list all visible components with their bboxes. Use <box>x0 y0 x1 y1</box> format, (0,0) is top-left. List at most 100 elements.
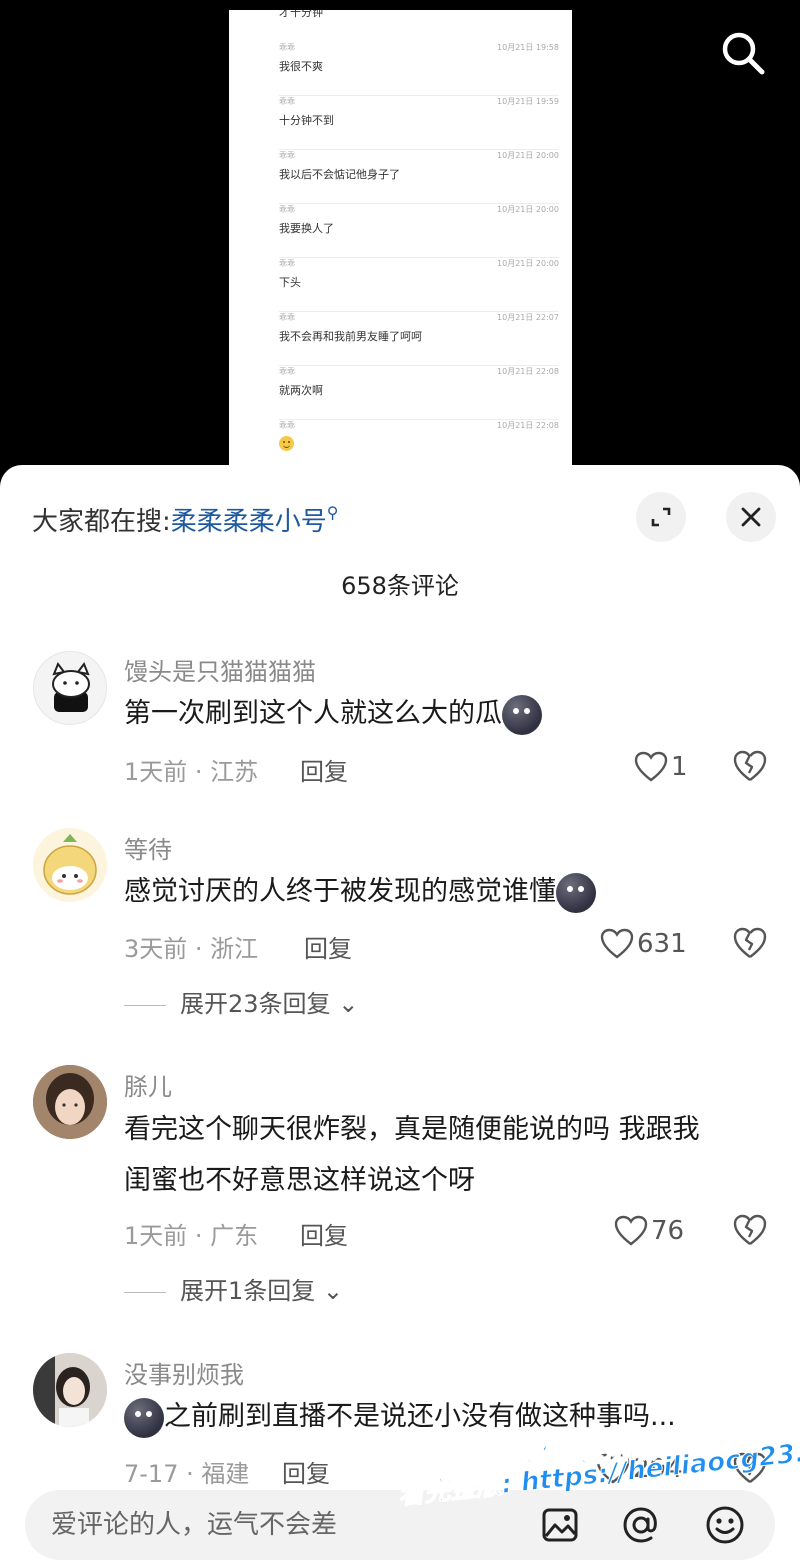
emoji-button[interactable] <box>703 1503 747 1547</box>
comment-text-content: 感觉讨厌的人终于被发现的感觉谁懂 <box>124 876 556 907</box>
comment-meta: 1天前 · 江苏 <box>124 758 259 786</box>
dislike-button[interactable] <box>732 926 768 962</box>
mention-button[interactable] <box>619 1503 663 1547</box>
smile-emoji-icon <box>279 436 294 451</box>
chat-text: 我不会再和我前男友睡了呵呵 <box>279 330 422 343</box>
comment-meta: 1天前 · 广东 <box>124 1222 259 1250</box>
chat-text: 就两次啊 <box>279 384 323 397</box>
chat-text: 下头 <box>279 276 301 289</box>
reply-button[interactable]: 回复 <box>282 1454 330 1489</box>
close-icon <box>741 507 761 527</box>
pineapple-avatar-icon <box>43 834 97 895</box>
chat-text: 我很不爽 <box>279 60 323 73</box>
reply-button[interactable]: 回复 <box>300 1216 348 1251</box>
girl-photo-avatar-icon <box>33 1353 107 1427</box>
chat-sender: 乖乖 <box>279 97 295 106</box>
chat-message: 乖乖 10月21日 22:07 我不会再和我前男友睡了呵呵 <box>279 312 559 366</box>
chat-time: 10月21日 19:58 <box>497 43 559 52</box>
cat-avatar-icon <box>52 661 90 712</box>
comment-username[interactable]: 馒头是只猫猫猫猫 <box>124 652 316 687</box>
search-button[interactable] <box>718 28 768 78</box>
heart-icon <box>600 928 634 959</box>
chat-sender: 乖乖 <box>279 313 295 322</box>
chat-message: 乖乖 10月21日 22:08 就两次啊 <box>279 366 559 420</box>
chat-message: 乖乖 10月21日 20:00 我要换人了 <box>279 204 559 258</box>
comment-meta: 3天前 · 浙江 <box>124 935 259 963</box>
like-button[interactable]: 1 <box>634 747 688 787</box>
hot-search-keyword[interactable]: 柔柔柔柔小号 <box>171 507 327 537</box>
hot-search-bar[interactable]: 大家都在搜:柔柔柔柔小号⚲ <box>32 501 339 538</box>
comment-username[interactable]: 等待 <box>124 830 172 865</box>
chat-sender: 乖乖 <box>279 421 295 430</box>
heart-icon <box>614 1215 648 1246</box>
avatar[interactable] <box>33 651 107 725</box>
like-count: 1 <box>671 752 688 782</box>
dislike-button[interactable] <box>732 749 768 785</box>
chat-time: 10月21日 19:59 <box>497 97 559 106</box>
image-picker-button[interactable] <box>538 1503 582 1547</box>
divider-line <box>124 1291 166 1293</box>
chat-screenshot: 才十分钟 乖乖 10月21日 19:58 我很不爽 乖乖 10月21日 19:5… <box>229 10 572 480</box>
expand-sheet-button[interactable] <box>636 492 686 542</box>
chat-time: 10月21日 22:08 <box>497 421 559 430</box>
chat-message: 乖乖 10月21日 19:58 我很不爽 <box>279 42 559 96</box>
comment-username[interactable]: 没事别烦我 <box>124 1355 244 1390</box>
chat-time: 10月21日 22:07 <box>497 313 559 322</box>
comment-count: 658条评论 <box>341 572 459 600</box>
like-button[interactable]: 631 <box>600 924 687 964</box>
blob-emoji-icon <box>124 1397 164 1438</box>
broken-heart-icon <box>733 1214 767 1245</box>
reply-button[interactable]: 回复 <box>300 752 348 787</box>
comment-sheet: 大家都在搜:柔柔柔柔小号⚲ 658条评论 馒头是只猫猫猫猫 第一次刷到这个人就这… <box>0 465 800 1568</box>
expand-icon <box>651 507 671 527</box>
expand-replies-button[interactable]: 展开1条回复 ⌄ <box>124 1271 343 1306</box>
blob-emoji-icon <box>556 872 596 913</box>
chat-sender: 乖乖 <box>279 259 295 268</box>
like-count: 631 <box>637 929 687 959</box>
at-sign-icon <box>623 1507 657 1543</box>
avatar[interactable] <box>33 1353 107 1427</box>
chat-sender: 乖乖 <box>279 205 295 214</box>
girl-photo-avatar-icon <box>33 1065 107 1139</box>
chat-message: 乖乖 10月21日 20:00 下头 <box>279 258 559 312</box>
comment-text: 第一次刷到这个人就这么大的瓜 <box>124 689 542 739</box>
chat-sender: 乖乖 <box>279 43 295 52</box>
dislike-button[interactable] <box>732 1213 768 1249</box>
comment-meta: 7-17 · 福建 <box>124 1460 250 1488</box>
chat-time: 10月21日 20:00 <box>497 259 559 268</box>
chat-time: 10月21日 20:00 <box>497 151 559 160</box>
chat-text: 我以后不会惦记他身子了 <box>279 168 400 181</box>
image-icon <box>542 1508 578 1542</box>
expand-replies-label: 展开1条回复 <box>180 1277 316 1305</box>
chat-time: 10月21日 22:08 <box>497 367 559 376</box>
chat-message: 乖乖 10月21日 20:00 我以后不会惦记他身子了 <box>279 150 559 204</box>
chat-time: 10月21日 20:00 <box>497 205 559 214</box>
comment-text-line-1: 看完这个聊天很炸裂，真是随便能说的吗 我跟我 <box>124 1114 700 1145</box>
chevron-down-icon: ⌄ <box>338 990 359 1018</box>
avatar[interactable] <box>33 1065 107 1139</box>
chat-text: 我要换人了 <box>279 222 334 235</box>
chat-text: 十分钟不到 <box>279 114 334 127</box>
smiley-icon <box>706 1506 744 1544</box>
like-button[interactable]: 76 <box>614 1211 684 1251</box>
comment-text-content: 第一次刷到这个人就这么大的瓜 <box>124 698 502 729</box>
chat-emoji <box>279 436 294 454</box>
expand-replies-button[interactable]: 展开23条回复 ⌄ <box>124 984 358 1019</box>
avatar[interactable] <box>33 828 107 902</box>
hot-search-label: 大家都在搜: <box>32 507 171 537</box>
broken-heart-icon <box>733 750 767 781</box>
chat-message: 乖乖 10月21日 19:59 十分钟不到 <box>279 96 559 150</box>
divider-line <box>124 1004 166 1006</box>
like-count: 76 <box>651 1216 685 1246</box>
chat-sender: 乖乖 <box>279 367 295 376</box>
reply-button[interactable]: 回复 <box>304 929 352 964</box>
close-sheet-button[interactable] <box>726 492 776 542</box>
video-area[interactable]: 才十分钟 乖乖 10月21日 19:58 我很不爽 乖乖 10月21日 19:5… <box>0 0 800 480</box>
small-search-icon: ⚲ <box>326 503 339 522</box>
expand-replies-label: 展开23条回复 <box>180 990 331 1018</box>
comment-text-line-2: 闺蜜也不好意思这样说这个呀 <box>124 1165 475 1196</box>
comment-username[interactable]: 脎儿 <box>124 1067 172 1102</box>
broken-heart-icon <box>733 927 767 958</box>
chat-cut-message: 才十分钟 <box>279 10 323 19</box>
comment-text: 感觉讨厌的人终于被发现的感觉谁懂 <box>124 867 596 917</box>
